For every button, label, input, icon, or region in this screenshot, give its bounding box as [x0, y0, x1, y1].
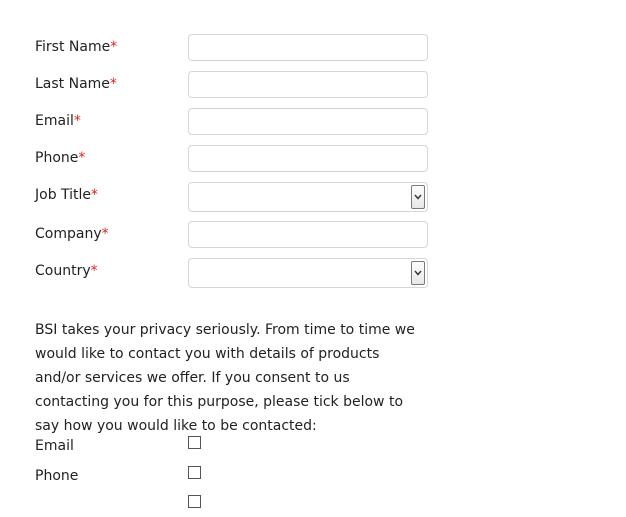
company-field[interactable]: [188, 221, 428, 248]
third-consent-checkbox[interactable]: [188, 495, 201, 508]
company-row: Company*: [35, 221, 435, 249]
required-asterisk: *: [73, 113, 81, 129]
email-row: Email*: [35, 108, 435, 136]
first-name-field[interactable]: [188, 34, 428, 61]
first-name-row: First Name*: [35, 34, 435, 62]
first-name-input[interactable]: [189, 35, 427, 60]
company-input[interactable]: [189, 222, 427, 247]
email-field[interactable]: [188, 108, 428, 135]
required-asterisk: *: [109, 76, 117, 92]
email-input[interactable]: [189, 109, 427, 134]
chevron-down-icon[interactable]: [411, 261, 425, 285]
email-consent-checkbox[interactable]: [188, 436, 201, 449]
privacy-statement: BSI takes your privacy seriously. From t…: [35, 322, 415, 434]
last-name-row: Last Name*: [35, 71, 435, 99]
first-name-label: First Name*: [35, 39, 118, 55]
job-title-row: Job Title*: [35, 182, 435, 212]
phone-row: Phone*: [35, 145, 435, 173]
last-name-field[interactable]: [188, 71, 428, 98]
country-label: Country*: [35, 263, 98, 279]
last-name-input[interactable]: [189, 72, 427, 97]
contact-option-label: Email: [35, 438, 74, 454]
phone-input[interactable]: [189, 146, 427, 171]
required-asterisk: *: [90, 263, 98, 279]
chevron-down-icon[interactable]: [411, 185, 425, 209]
contact-option-email: Email: [35, 436, 335, 458]
required-asterisk: *: [110, 39, 118, 55]
required-asterisk: *: [91, 187, 99, 203]
company-label: Company*: [35, 226, 109, 242]
required-asterisk: *: [101, 226, 109, 242]
country-row: Country*: [35, 258, 435, 288]
last-name-label: Last Name*: [35, 76, 117, 92]
phone-label: Phone*: [35, 150, 86, 166]
job-title-select[interactable]: [188, 182, 428, 212]
required-asterisk: *: [78, 150, 86, 166]
contact-option-phone: Phone: [35, 466, 335, 488]
email-label: Email*: [35, 113, 81, 129]
phone-field[interactable]: [188, 145, 428, 172]
job-title-label: Job Title*: [35, 187, 99, 203]
contact-option-third: [35, 495, 335, 517]
contact-option-label: Phone: [35, 468, 79, 484]
country-select[interactable]: [188, 258, 428, 288]
phone-consent-checkbox[interactable]: [188, 466, 201, 479]
